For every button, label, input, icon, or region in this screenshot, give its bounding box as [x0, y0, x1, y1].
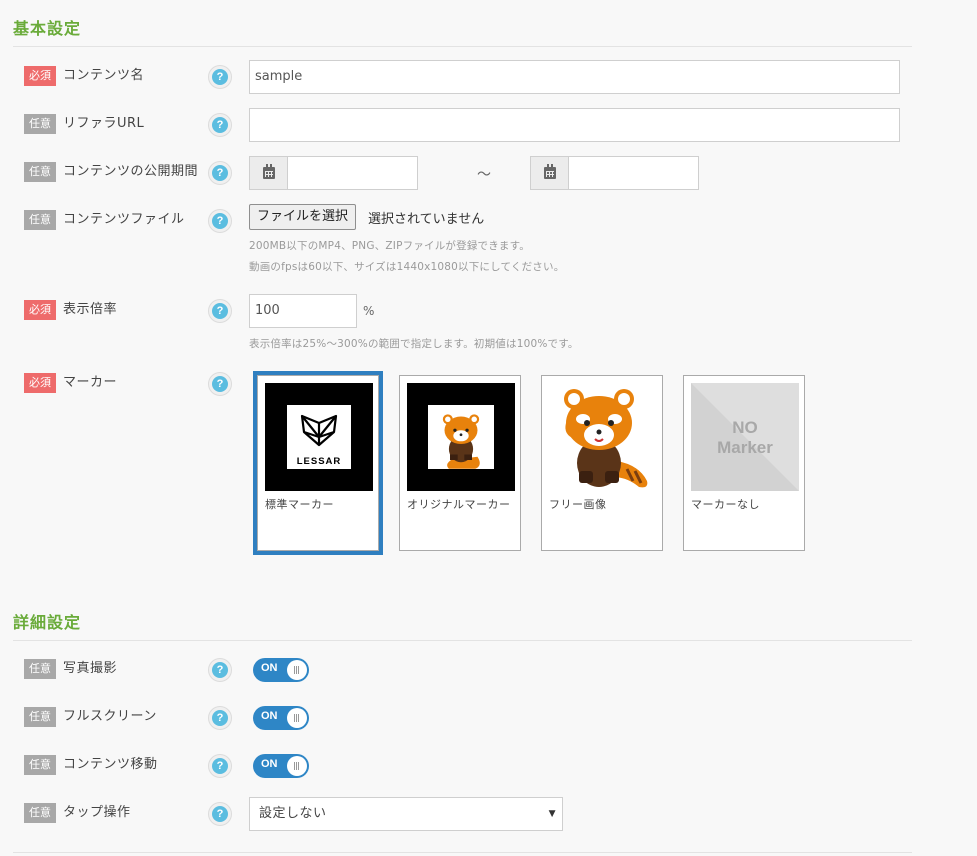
- help-icon[interactable]: [208, 161, 232, 185]
- marker-option-free-image[interactable]: フリー画像: [541, 375, 663, 551]
- lessar-logo-thumbnail: LESSAR: [265, 383, 373, 491]
- section-divider: [13, 852, 912, 853]
- marker-option-label: 標準マーカー: [265, 498, 334, 511]
- calendar-icon: [544, 164, 556, 179]
- required-badge: 必須: [24, 373, 56, 393]
- help-icon[interactable]: [208, 299, 232, 323]
- photo-toggle[interactable]: ON: [253, 658, 309, 682]
- red-panda-image-thumbnail: [564, 389, 648, 488]
- help-icon[interactable]: [208, 209, 232, 233]
- end-date-input[interactable]: [569, 156, 699, 190]
- marker-option-original[interactable]: オリジナルマーカー: [399, 375, 521, 551]
- required-badge: 必須: [24, 300, 56, 320]
- help-icon[interactable]: [208, 65, 232, 89]
- display-scale-input[interactable]: 100: [249, 294, 357, 328]
- photo-label: 写真撮影: [63, 661, 118, 676]
- optional-badge: 任意: [24, 803, 56, 823]
- content-name-input[interactable]: sample: [249, 60, 900, 94]
- referrer-url-input[interactable]: [249, 108, 900, 142]
- svg-text:NO: NO: [732, 418, 758, 437]
- section-divider: [13, 46, 912, 47]
- marker-option-standard[interactable]: LESSAR 標準マーカー: [257, 375, 379, 551]
- referrer-url-label: リファラURL: [63, 116, 145, 131]
- content-move-label: コンテンツ移動: [63, 757, 158, 772]
- toggle-knob: [287, 708, 307, 728]
- start-date-calendar-button[interactable]: [249, 156, 288, 190]
- tap-action-select[interactable]: 設定しない ▼: [249, 797, 563, 831]
- marker-option-label: オリジナルマーカー: [407, 498, 511, 511]
- help-icon[interactable]: [208, 658, 232, 682]
- date-range-separator: ～: [477, 167, 491, 183]
- lessar-logo-text: LESSAR: [297, 456, 342, 467]
- calendar-icon: [263, 164, 275, 179]
- marker-option-label: マーカーなし: [691, 498, 760, 511]
- tap-action-label: タップ操作: [63, 805, 131, 820]
- toggle-knob: [287, 660, 307, 680]
- svg-text:Marker: Marker: [717, 438, 773, 457]
- toggle-state: ON: [261, 758, 278, 770]
- section-divider: [13, 640, 912, 641]
- optional-badge: 任意: [24, 210, 56, 230]
- toggle-state: ON: [261, 710, 278, 722]
- percent-unit: %: [363, 304, 375, 318]
- help-icon[interactable]: [208, 372, 232, 396]
- optional-badge: 任意: [24, 755, 56, 775]
- content-move-toggle[interactable]: ON: [253, 754, 309, 778]
- no-marker-placeholder: NO Marker: [691, 383, 799, 491]
- publish-period-label: コンテンツの公開期間: [63, 164, 199, 179]
- marker-option-none[interactable]: NO Marker マーカーなし: [683, 375, 805, 551]
- choose-file-button[interactable]: ファイルを選択: [249, 204, 357, 230]
- tap-action-selected: 設定しない: [259, 806, 327, 821]
- content-file-label: コンテンツファイル: [63, 212, 185, 227]
- optional-badge: 任意: [24, 659, 56, 679]
- optional-badge: 任意: [24, 114, 56, 134]
- file-hint-size: 200MB以下のMP4、PNG、ZIPファイルが登録できます。: [249, 240, 530, 252]
- fullscreen-toggle[interactable]: ON: [253, 706, 309, 730]
- start-date-input[interactable]: [288, 156, 418, 190]
- help-icon[interactable]: [208, 754, 232, 778]
- toggle-state: ON: [261, 662, 278, 674]
- file-status-text: 選択されていません: [368, 212, 485, 227]
- optional-badge: 任意: [24, 162, 56, 182]
- display-scale-label: 表示倍率: [63, 302, 118, 317]
- toggle-knob: [287, 756, 307, 776]
- file-hint-fps: 動画のfpsは60以下、サイズは1440x1080以下にしてください。: [249, 261, 565, 273]
- section-title-detail: 詳細設定: [13, 613, 82, 632]
- marker-option-label: フリー画像: [549, 498, 607, 511]
- optional-badge: 任意: [24, 707, 56, 727]
- fullscreen-label: フルスクリーン: [63, 709, 157, 724]
- content-name-label: コンテンツ名: [63, 68, 145, 83]
- marker-label: マーカー: [63, 375, 118, 390]
- help-icon[interactable]: [208, 802, 232, 826]
- help-icon[interactable]: [208, 113, 232, 137]
- end-date-calendar-button[interactable]: [530, 156, 569, 190]
- help-icon[interactable]: [208, 706, 232, 730]
- required-badge: 必須: [24, 66, 56, 86]
- red-panda-marker-thumbnail: [407, 383, 515, 491]
- display-scale-hint: 表示倍率は25%～300%の範囲で指定します。初期値は100%です。: [249, 338, 579, 350]
- section-title-basic: 基本設定: [13, 19, 82, 38]
- caret-down-icon: ▼: [548, 809, 556, 819]
